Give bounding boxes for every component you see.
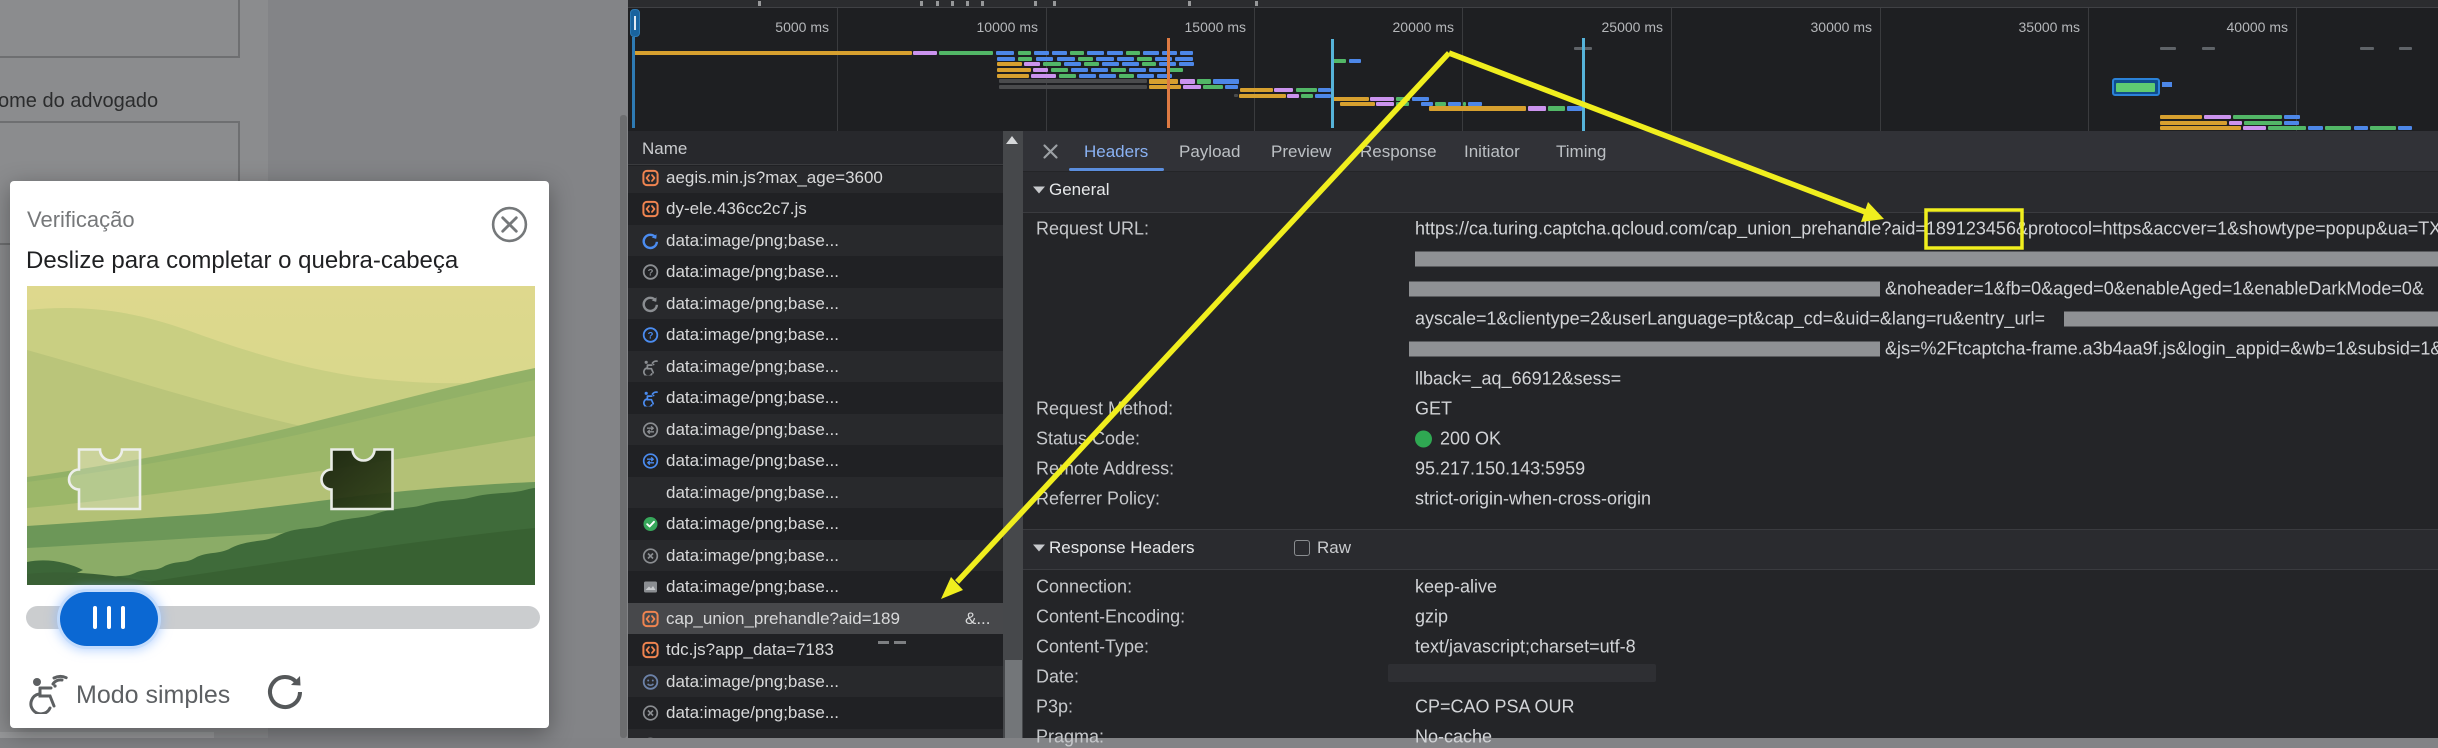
- svg-text:?: ?: [648, 331, 654, 342]
- svg-text:?: ?: [648, 268, 654, 279]
